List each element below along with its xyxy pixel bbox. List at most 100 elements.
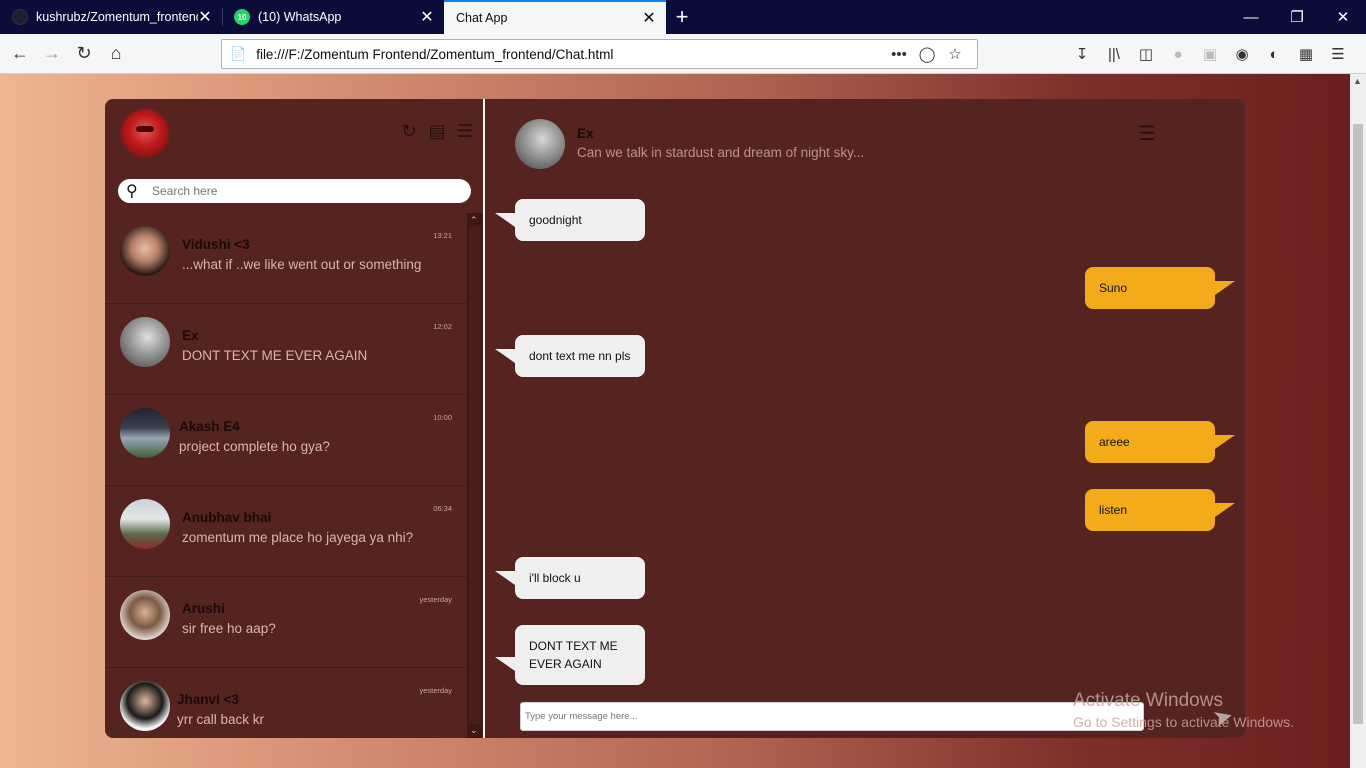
chat-name: Vidushi <3 [182,237,250,252]
chat-list-item[interactable]: Anubhav bhai zomentum me place ho jayega… [105,486,467,577]
scroll-up-icon[interactable]: ▲ [1353,76,1362,86]
gift-icon[interactable]: ▦ [1290,38,1322,70]
minimize-icon[interactable]: — [1228,0,1274,34]
chat-list: Vidushi <3 ...what if ..we like went out… [105,213,467,738]
tab-whatsapp[interactable]: 10 (10) WhatsApp ✕ [222,0,444,34]
forward-icon[interactable]: → [36,38,68,70]
more-icon[interactable]: ••• [885,46,913,63]
chat-preview: ...what if ..we like went out or somethi… [182,257,422,272]
scrollbar-thumb[interactable] [469,227,481,724]
browser-tab-strip: kushrubz/Zomentum_frontend ✕ 10 (10) Wha… [0,0,1366,34]
page-background: ↻ ▤ ☰ ⚲ Vidushi <3 ...what if ..we like … [0,74,1350,768]
tab-title: (10) WhatsApp [258,10,342,24]
menu-icon[interactable]: ☰ [1322,38,1354,70]
library-icon[interactable]: ||\ [1098,38,1130,70]
chat-name: Akash E4 [179,419,240,434]
chat-list-item[interactable]: Arushi sir free ho aap? yesterday [105,577,467,668]
refresh-icon[interactable]: ↻ [397,121,421,141]
bookmark-star-icon[interactable]: ☆ [941,45,969,63]
scrollbar-thumb[interactable] [1353,124,1363,724]
close-window-icon[interactable]: ✕ [1320,0,1366,34]
window-controls: — ❐ ✕ [1228,0,1366,34]
github-icon [12,9,28,25]
chat-preview: sir free ho aap? [182,621,276,636]
close-icon[interactable]: ✕ [420,7,434,27]
pocket-icon[interactable]: ◯ [913,45,941,63]
windows-watermark: Activate Windows Go to Settings to activ… [1073,690,1294,730]
page-icon: 📄 [230,46,247,61]
watermark-title: Activate Windows [1073,690,1223,711]
chat-list-item[interactable]: Akash E4 project complete ho gya? 10:00 [105,395,467,486]
whatsapp-icon: 10 [234,9,250,25]
tab-title: kushrubz/Zomentum_frontend [36,10,198,24]
restore-icon[interactable]: ❐ [1274,0,1320,34]
browser-toolbar: ← → ↻ ⌂ 📄 file:///F:/Zomentum Frontend/Z… [0,34,1366,74]
chat-name: Anubhav bhai [182,510,272,525]
address-bar[interactable]: 📄 file:///F:/Zomentum Frontend/Zomentum_… [221,39,978,69]
extension-icon[interactable]: ● [1162,38,1194,70]
message-input[interactable] [525,711,1143,722]
scroll-down-icon[interactable]: ⌄ [470,725,478,736]
message-bubble-outgoing: areee [1085,421,1235,463]
message-bubble-outgoing: Suno [1085,267,1235,309]
avatar [120,226,170,276]
page-scrollbar[interactable]: ▲ [1350,74,1366,768]
chat-time: yesterday [419,686,452,695]
chat-app: ↻ ▤ ☰ ⚲ Vidushi <3 ...what if ..we like … [105,99,1245,738]
contact-name: Ex [577,126,594,141]
chat-list-item[interactable]: Vidushi <3 ...what if ..we like went out… [105,213,467,304]
sidebar-actions: ↻ ▤ ☰ [397,121,477,141]
close-icon[interactable]: ✕ [642,8,656,28]
avatar [120,590,170,640]
chat-time: 13:21 [433,231,452,240]
sync-icon[interactable]: ◐ [1258,38,1290,70]
panel-divider [483,99,485,738]
url-text[interactable]: file:///F:/Zomentum Frontend/Zomentum_fr… [256,47,885,62]
message-composer [520,702,1144,731]
chat-list-item[interactable]: Ex DONT TEXT ME EVER AGAIN 12:02 [105,304,467,395]
back-icon[interactable]: ← [4,38,36,70]
chat-time: yesterday [419,595,452,604]
watermark-subtitle: Go to Settings to activate Windows. [1073,714,1294,730]
chat-name: Arushi [182,601,225,616]
message-bubble-incoming: DONT TEXT ME EVER AGAIN [495,625,645,685]
sidebar-icon[interactable]: ◫ [1130,38,1162,70]
chat-preview: zomentum me place ho jayega ya nhi? [182,530,414,545]
chat-preview: DONT TEXT ME EVER AGAIN [182,348,368,363]
message-bubble-incoming: dont text me nn pls [495,335,645,377]
tab-github[interactable]: kushrubz/Zomentum_frontend ✕ [0,0,222,34]
contact-status: Can we talk in stardust and dream of nig… [577,145,865,160]
search-icon: ⚲ [126,183,138,200]
chat-name: Ex [182,328,199,343]
new-chat-icon[interactable]: ▤ [425,121,449,141]
new-tab-button[interactable]: + [666,0,698,34]
download-icon[interactable]: ↧ [1066,38,1098,70]
my-avatar[interactable] [120,108,170,158]
message-bubble-outgoing: listen [1085,489,1235,531]
avatar [120,681,170,731]
toolbar-right: ↧ ||\ ◫ ● ▣ ◉ ◐ ▦ ☰ [1066,38,1354,70]
chat-time: 12:02 [433,322,452,331]
reload-icon[interactable]: ↻ [68,38,100,70]
avatar [120,499,170,549]
close-icon[interactable]: ✕ [198,7,212,27]
chat-preview: project complete ho gya? [179,439,330,454]
scroll-up-icon[interactable]: ⌃ [470,215,478,226]
search-bar: ⚲ [118,179,471,203]
tab-title: Chat App [456,11,508,25]
message-bubble-incoming: goodnight [495,199,645,241]
avatar [120,317,170,367]
chat-menu-icon[interactable]: ☰ [1138,121,1156,146]
extension-icon[interactable]: ▣ [1194,38,1226,70]
search-input[interactable] [152,184,471,198]
account-icon[interactable]: ◉ [1226,38,1258,70]
home-icon[interactable]: ⌂ [100,38,132,70]
chat-list-scrollbar[interactable]: ⌃ ⌄ [467,213,483,738]
menu-icon[interactable]: ☰ [453,121,477,141]
contact-avatar[interactable] [515,119,565,169]
chat-time: 06:34 [433,504,452,513]
tab-chat-app[interactable]: Chat App ✕ [444,0,666,34]
chat-list-item[interactable]: Jhanvi <3 yrr call back kr yesterday [105,668,467,738]
message-bubble-incoming: i'll block u [495,557,645,599]
chat-time: 10:00 [433,413,452,422]
